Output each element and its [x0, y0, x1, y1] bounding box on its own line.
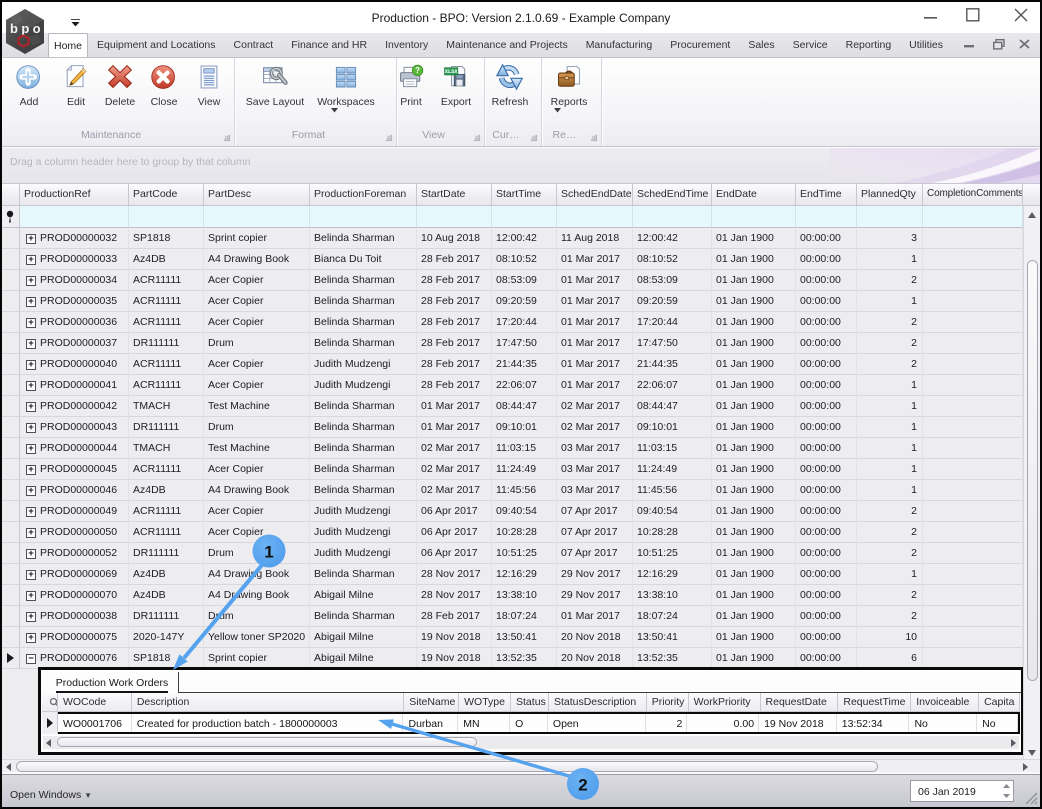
svg-text:XLSX: XLSX [445, 68, 459, 75]
svg-text:bpo: bpo [10, 21, 44, 36]
svg-text:?: ? [415, 66, 420, 75]
